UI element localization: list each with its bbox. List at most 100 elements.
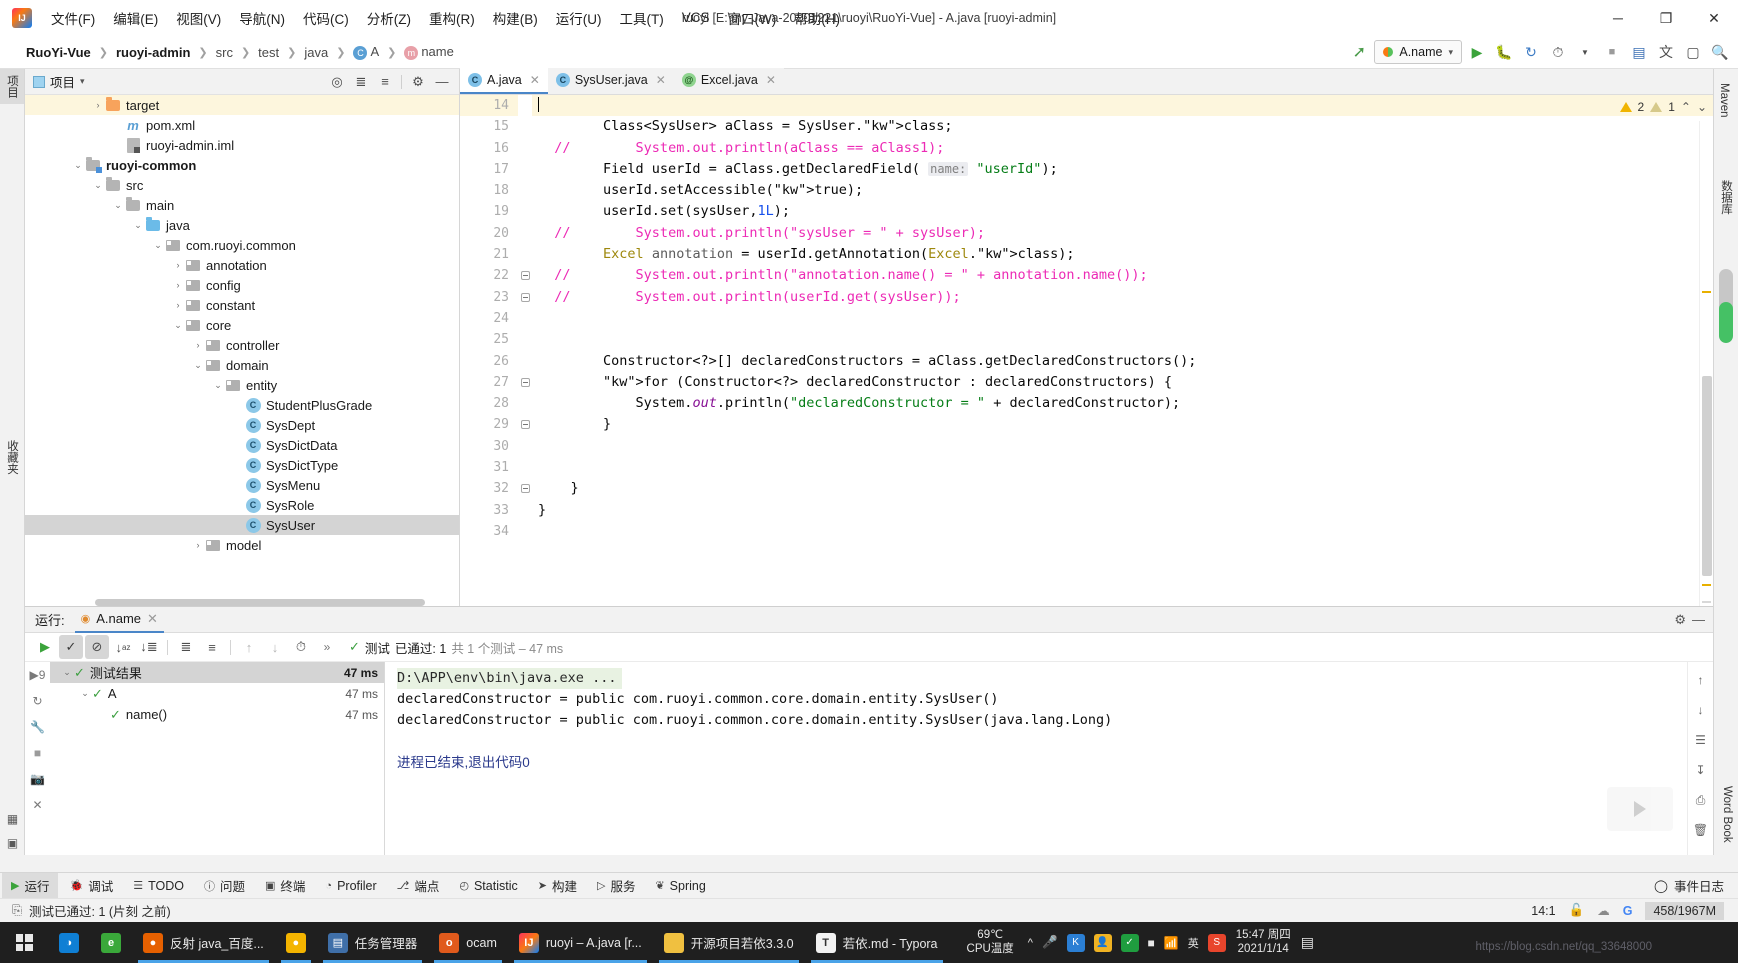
network-icon[interactable]: 📶 <box>1164 936 1179 950</box>
taskbar-app-chrome-icon[interactable]: ● <box>275 922 317 963</box>
maximize-button[interactable]: ❐ <box>1642 0 1690 36</box>
tree-node-annotation[interactable]: › annotation <box>25 255 459 275</box>
tree-node-sysdicttype[interactable]: C SysDictType <box>25 455 459 475</box>
project-tree[interactable]: › target m pom.xml ruoyi-admin.iml ⌄ ruoyi-com… <box>25 95 459 596</box>
prev-failed-test-icon[interactable]: ↑ <box>237 635 261 659</box>
taskbar-app-idea-icon[interactable]: IJ ruoyi – A.java [r... <box>508 922 653 963</box>
breadcrumb-java[interactable]: java <box>300 43 332 62</box>
tree-node-main[interactable]: ⌄ main <box>25 195 459 215</box>
sort-alphabetically-icon[interactable]: ↓ az <box>111 635 135 659</box>
menu-edit[interactable]: 编辑(E) <box>104 4 167 32</box>
terminal-icon[interactable]: ▢ <box>1681 40 1705 64</box>
debug-icon[interactable]: 🐛 <box>1492 40 1516 64</box>
expand-arrow-icon[interactable]: ⌄ <box>71 160 85 171</box>
taskbar-app-ocam-icon[interactable]: o ocam <box>428 922 508 963</box>
fold-slot[interactable] <box>518 457 532 478</box>
code-line[interactable]: } <box>538 500 1713 521</box>
console-output[interactable]: D:\APP\env\bin\java.exe ... declaredConst… <box>386 662 1713 855</box>
tree-node-domain[interactable]: ⌄ domain <box>25 355 459 375</box>
expand-arrow-icon[interactable]: › <box>171 300 185 310</box>
fold-slot[interactable] <box>518 201 532 222</box>
next-failed-test-icon[interactable]: ↓ <box>263 635 287 659</box>
run-icon[interactable]: ▶ <box>1465 40 1489 64</box>
cloud-settings-icon[interactable]: ☁ <box>1597 903 1610 918</box>
sort-by-duration-icon[interactable]: ↓≣ <box>137 635 161 659</box>
breadcrumb-module[interactable]: ruoyi-admin <box>112 43 194 62</box>
expand-arrow-icon[interactable]: ⌄ <box>191 360 205 371</box>
code-folding-gutter[interactable] <box>518 95 532 606</box>
tree-node-controller[interactable]: › controller <box>25 335 459 355</box>
next-problem-icon[interactable]: ⌄ <box>1697 100 1707 114</box>
print-icon[interactable]: ⎙ <box>1690 790 1712 810</box>
code-line[interactable]: // System.out.println("sysUser = " + sys… <box>538 223 1713 244</box>
expand-all-icon[interactable]: ≣ <box>350 71 372 93</box>
tool-tab-database[interactable]: 数据库 <box>1714 174 1738 221</box>
scroll-to-end-icon[interactable]: ↧ <box>1690 760 1712 780</box>
tree-node-model[interactable]: › model <box>25 535 459 555</box>
taskbar-app-folder-icon[interactable]: 开源项目若依3.3.0 <box>653 922 805 963</box>
code-line[interactable] <box>538 457 1713 478</box>
expand-arrow-icon[interactable]: › <box>191 540 205 550</box>
menu-analyze[interactable]: 分析(Z) <box>358 4 420 32</box>
hide-ignored-icon[interactable]: ⊘ <box>85 635 109 659</box>
bottom-tab-spring[interactable]: ❦ Spring <box>646 876 714 896</box>
close-button[interactable]: ✕ <box>1690 0 1738 36</box>
fold-slot[interactable] <box>518 329 532 350</box>
tree-node-ruoyi-admin-iml[interactable]: ruoyi-admin.iml <box>25 135 459 155</box>
hide-panel-icon[interactable]: — <box>1692 612 1705 628</box>
bottom-tab-终端[interactable]: ▣ 终端 <box>256 873 314 898</box>
close-icon[interactable]: ✕ <box>25 792 50 818</box>
bottom-tab-构建[interactable]: ➤ 构建 <box>529 873 586 898</box>
tree-node-com-ruoyi-common[interactable]: ⌄ com.ruoyi.common <box>25 235 459 255</box>
test-tree-row[interactable]: ✓ name() 47 ms <box>50 704 384 725</box>
sogou-icon[interactable]: S <box>1207 933 1226 952</box>
fold-slot[interactable] <box>518 159 532 180</box>
tree-node-studentplusgrade[interactable]: C StudentPlusGrade <box>25 395 459 415</box>
taskbar-app-typora-icon[interactable]: T 若依.md - Typora <box>805 922 949 963</box>
search-icon[interactable]: 🔍 <box>1708 40 1732 64</box>
fold-slot[interactable] <box>518 244 532 265</box>
code-line[interactable] <box>538 308 1713 329</box>
expand-arrow-icon[interactable]: › <box>171 280 185 290</box>
expand-arrow-icon[interactable]: › <box>91 100 105 110</box>
bottom-tab-问题[interactable]: ⓘ 问题 <box>195 873 254 898</box>
menu-tools[interactable]: 工具(T) <box>611 4 673 32</box>
code-line[interactable] <box>532 95 1713 117</box>
code-line[interactable]: // System.out.println("annotation.name()… <box>538 265 1713 286</box>
menu-navigate[interactable]: 导航(N) <box>230 4 294 32</box>
chevron-up-icon[interactable]: ^ <box>1028 937 1033 949</box>
profile-icon[interactable]: ⏱ <box>1546 40 1570 64</box>
translate-icon[interactable]: 文 <box>1654 40 1678 64</box>
test-history-icon[interactable]: ⏱ <box>289 635 313 659</box>
menu-refactor[interactable]: 重构(R) <box>420 4 484 32</box>
taskbar-app-ie-icon[interactable]: e <box>90 922 132 963</box>
code-line[interactable]: // System.out.println(aClass == aClass1)… <box>538 138 1713 159</box>
close-icon[interactable]: ✕ <box>766 73 776 87</box>
editor-scrollbar-thumb[interactable] <box>1702 376 1712 576</box>
stop-icon[interactable]: ■ <box>1600 40 1624 64</box>
tree-node-sysmenu[interactable]: C SysMenu <box>25 475 459 495</box>
run-with-coverage-icon[interactable]: ↻ <box>1519 40 1543 64</box>
fold-slot[interactable] <box>518 372 532 393</box>
tree-node-sysuser[interactable]: C SysUser <box>25 515 459 535</box>
code-line[interactable] <box>538 436 1713 457</box>
tree-node-ruoyi-common[interactable]: ⌄ ruoyi-common <box>25 155 459 175</box>
tree-node-constant[interactable]: › constant <box>25 295 459 315</box>
test-tree-row[interactable]: ⌄ ✓ A 47 ms <box>50 683 384 704</box>
menu-code[interactable]: 代码(C) <box>294 4 358 32</box>
fold-slot[interactable] <box>518 223 532 244</box>
event-log-button[interactable]: ◯ 事件日志 <box>1654 876 1738 895</box>
locate-icon[interactable]: ◎ <box>326 71 348 93</box>
tool-tab-word-book[interactable]: Word Book <box>1717 780 1737 849</box>
settings-wrench-icon[interactable]: 🔧 <box>25 714 50 740</box>
expand-arrow-icon[interactable]: › <box>171 260 185 270</box>
memory-indicator[interactable]: 458/1967M <box>1645 901 1724 920</box>
battery-icon[interactable]: ■ <box>1148 936 1155 950</box>
menu-run[interactable]: 运行(U) <box>547 4 611 32</box>
tab-sysuser-java[interactable]: C SysUser.java ✕ <box>547 68 674 94</box>
fold-slot[interactable] <box>518 265 532 286</box>
breadcrumb-test[interactable]: test <box>254 43 283 62</box>
fold-marker-icon[interactable] <box>521 292 530 302</box>
microphone-icon[interactable]: 🎤 <box>1042 935 1058 950</box>
fold-slot[interactable] <box>518 414 532 435</box>
